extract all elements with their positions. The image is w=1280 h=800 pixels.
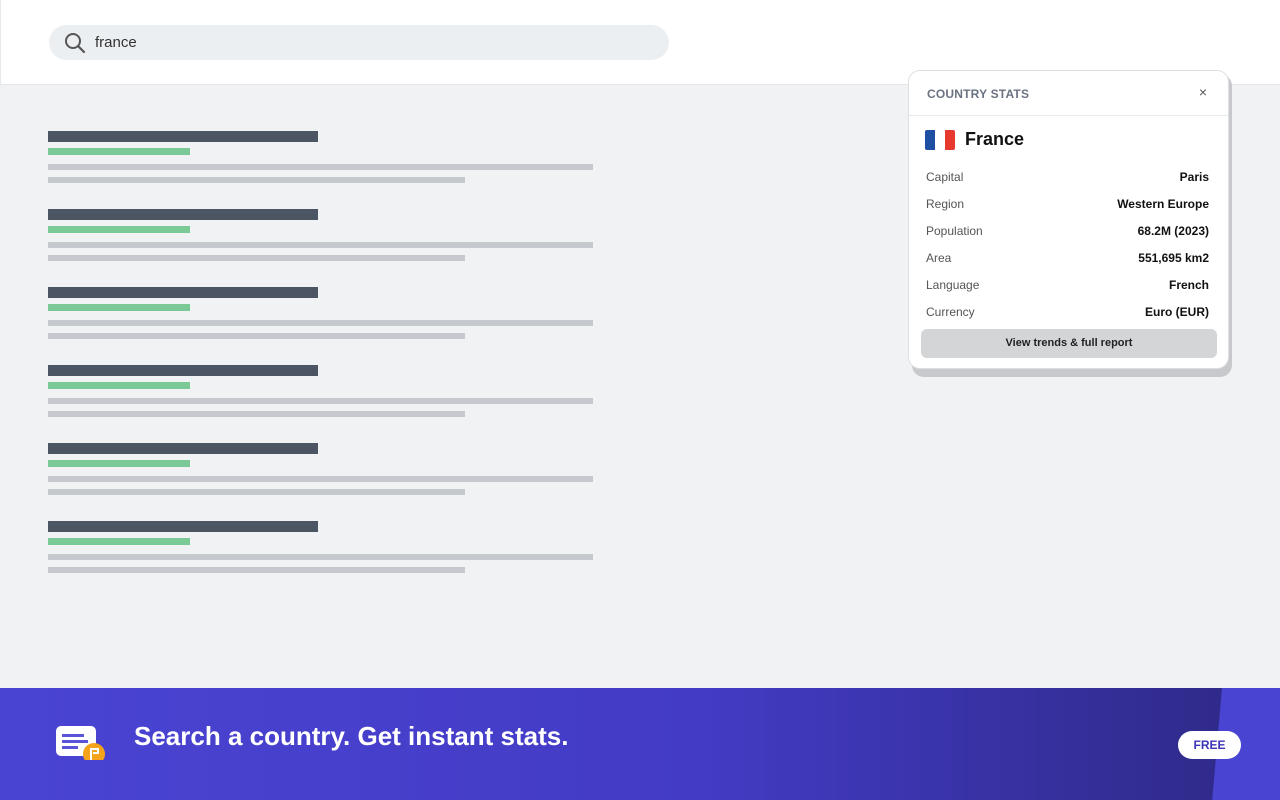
stat-label: Population [926,224,983,238]
stat-value: Western Europe [1117,197,1209,211]
stat-label: Area [926,251,952,265]
chat-flag-icon [56,726,105,760]
search-input[interactable] [95,25,655,60]
stats-list: Capital Paris Region Western Europe Popu… [926,167,1209,329]
stat-label: Currency [926,305,975,319]
flag-stripe-blue [925,130,935,150]
country-stats-card: COUNTRY STATS × France Capital Paris Reg… [908,70,1229,369]
search-results [48,130,608,598]
stat-row-capital: Capital Paris [926,167,1209,194]
result-placeholder [48,130,608,208]
search-icon [65,33,86,54]
stat-row-population: Population 68.2M (2023) [926,221,1209,248]
close-icon[interactable]: × [1194,83,1212,101]
result-placeholder [48,208,608,286]
card-title: COUNTRY STATS [927,87,1030,101]
card-header: COUNTRY STATS × [909,71,1228,116]
stat-label: Region [926,197,965,211]
stat-value: Paris [1179,170,1209,184]
france-flag-icon [925,130,955,150]
flag-stripe-white [935,130,945,150]
promo-banner[interactable]: Search a country. Get instant stats. FRE… [0,688,1280,800]
stat-label: Language [926,278,980,292]
result-placeholder [48,286,608,364]
country-name: France [965,129,1025,149]
stat-value: 68.2M (2023) [1137,224,1209,238]
stat-row-region: Region Western Europe [926,194,1209,221]
stat-value: French [1168,278,1209,292]
stat-value: Euro (EUR) [1145,305,1209,319]
view-report-button[interactable]: View trends & full report [921,329,1217,358]
search-bar[interactable] [49,25,669,60]
stat-row-language: Language French [926,275,1209,302]
result-placeholder [48,442,608,520]
banner-headline: Search a country. Get instant stats. [134,721,569,751]
result-placeholder [48,520,608,598]
stat-value: 551,695 km2 [1138,251,1209,265]
free-badge[interactable]: FREE [1178,731,1241,759]
stat-row-currency: Currency Euro (EUR) [926,302,1209,329]
flag-stripe-red [945,130,955,150]
stat-row-area: Area 551,695 km2 [926,248,1209,275]
result-placeholder [48,364,608,442]
stat-label: Capital [926,170,964,184]
